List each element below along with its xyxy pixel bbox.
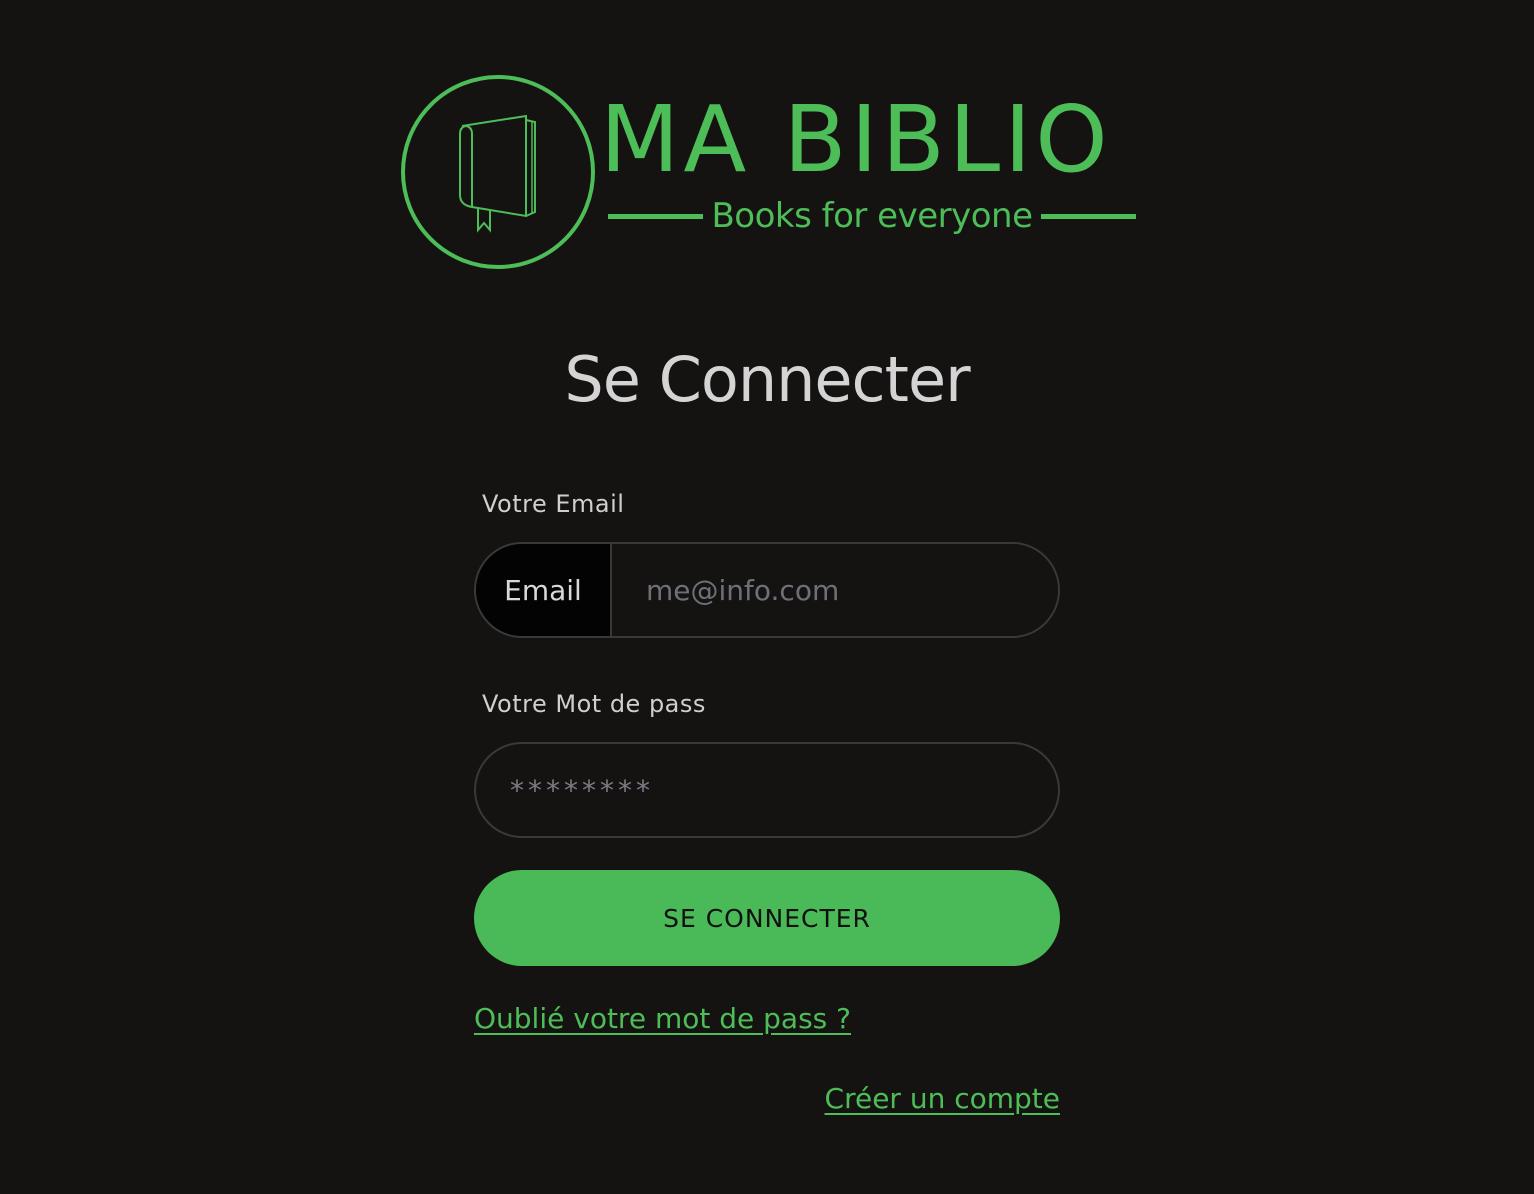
password-label: Votre Mot de pass [482,690,706,718]
password-input[interactable] [474,742,1060,838]
login-button[interactable]: SE CONNECTER [474,870,1060,966]
create-account-link[interactable]: Créer un compte [825,1082,1060,1115]
email-input[interactable] [612,544,1058,636]
book-icon [401,75,595,269]
tagline-row: Books for everyone [608,194,1136,238]
email-input-group: Email [474,542,1060,638]
email-addon: Email [476,544,612,636]
brand-tagline: Books for everyone [711,196,1033,236]
email-label: Votre Email [482,490,625,518]
brand-logo: MA BIBLIO Books for everyone [400,74,1140,272]
forgot-password-link[interactable]: Oublié votre mot de pass ? [474,1002,851,1035]
page-title: Se Connecter [564,343,970,416]
tagline-divider-left [608,213,704,219]
tagline-divider-right [1040,213,1136,219]
brand-title: MA BIBLIO [600,86,1112,193]
